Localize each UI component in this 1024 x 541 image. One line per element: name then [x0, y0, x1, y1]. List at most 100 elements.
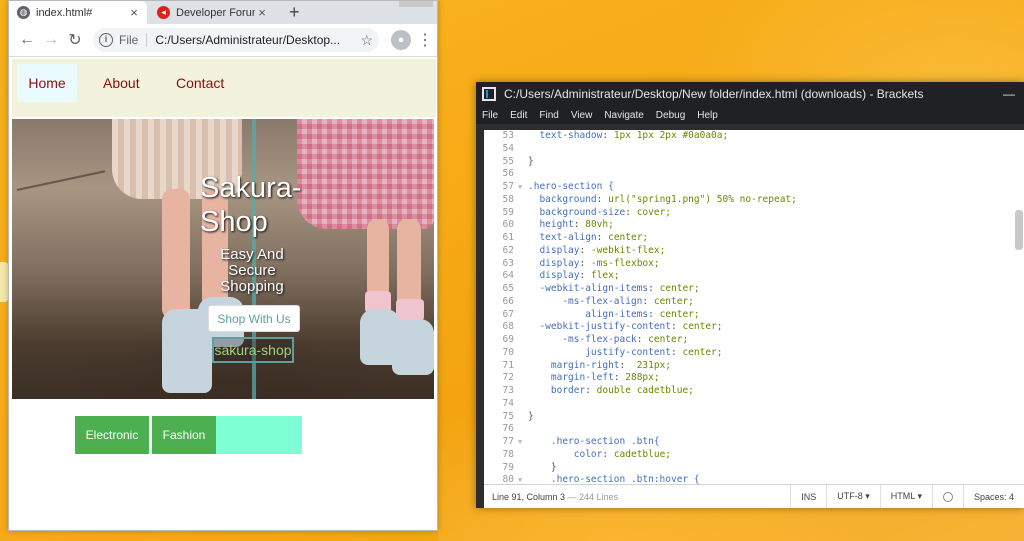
bookmark-star-icon[interactable]: ☆ — [360, 32, 373, 49]
code-line[interactable]: 64 display: flex; — [484, 270, 1024, 283]
fold-marker-icon[interactable] — [518, 283, 528, 296]
menu-view[interactable]: View — [571, 110, 593, 121]
code-line[interactable]: 60 height: 80vh; — [484, 219, 1024, 232]
editor-scrollbar[interactable] — [1015, 210, 1023, 250]
fold-marker-icon[interactable] — [518, 462, 528, 475]
url-text[interactable]: C:/Users/Administrateur/Desktop... — [155, 33, 360, 47]
code-line[interactable]: 62 display: -webkit-flex; — [484, 245, 1024, 258]
minimize-icon[interactable]: — — [994, 87, 1024, 101]
shop-with-us-button[interactable]: Shop With Us — [208, 305, 300, 332]
window-controls[interactable] — [399, 1, 433, 7]
code-editor[interactable]: 53 text-shadow: 1px 1px 2px #0a0a0a; 54 55… — [484, 130, 1024, 484]
info-icon[interactable]: i — [99, 33, 113, 47]
menu-find[interactable]: Find — [539, 110, 558, 121]
code-text: -ms-flex-pack: center; — [562, 334, 689, 345]
globe-icon: ◍ — [17, 6, 30, 19]
category-fashion[interactable]: Fashion — [152, 416, 216, 454]
fold-marker-icon[interactable] — [518, 156, 528, 169]
fold-marker-icon[interactable]: ▼ — [518, 436, 528, 449]
code-line[interactable]: 74 — [484, 398, 1024, 411]
code-line[interactable]: 59 background-size: cover; — [484, 207, 1024, 220]
reload-icon[interactable]: ↻ — [63, 28, 87, 52]
code-line[interactable]: 79 } — [484, 462, 1024, 475]
fold-marker-icon[interactable] — [518, 194, 528, 207]
tab-index[interactable]: ◍ index.html# × — [9, 1, 147, 24]
address-bar[interactable]: i File C:/Users/Administrateur/Desktop..… — [93, 28, 379, 52]
language-dropdown[interactable]: HTML ▾ — [879, 484, 932, 508]
code-line[interactable]: 65 -webkit-align-items: center; — [484, 283, 1024, 296]
fold-marker-icon[interactable]: ▼ — [518, 474, 528, 484]
menu-file[interactable]: File — [482, 110, 498, 121]
fold-marker-icon[interactable] — [518, 385, 528, 398]
fold-marker-icon[interactable] — [518, 360, 528, 373]
fold-marker-icon[interactable] — [518, 143, 528, 156]
code-line[interactable]: 77 ▼ .hero-section .btn{ — [484, 436, 1024, 449]
code-line[interactable]: 58 background: url("spring1.png") 50% no… — [484, 194, 1024, 207]
code-line[interactable]: 63 display: -ms-flexbox; — [484, 258, 1024, 271]
nav-contact-link[interactable]: Contact — [164, 64, 236, 102]
fold-marker-icon[interactable]: ▼ — [518, 181, 528, 194]
code-line[interactable]: 70 justify-content: center; — [484, 347, 1024, 360]
code-line[interactable]: 57 ▼ .hero-section { — [484, 181, 1024, 194]
menu-debug[interactable]: Debug — [656, 110, 685, 121]
code-line[interactable]: 54 — [484, 143, 1024, 156]
code-line[interactable]: 80 ▼ .hero-section .btn:hover { — [484, 474, 1024, 484]
nav-home-link[interactable]: Home — [17, 64, 77, 102]
code-line[interactable]: 55} — [484, 156, 1024, 169]
indent-spaces[interactable]: Spaces: 4 — [962, 484, 1024, 508]
back-arrow-icon[interactable]: ← — [15, 28, 39, 52]
code-line[interactable]: 68 -webkit-justify-content: center; — [484, 321, 1024, 334]
code-line[interactable]: 78 color: cadetblue; — [484, 449, 1024, 462]
fold-marker-icon[interactable] — [518, 411, 528, 424]
fold-marker-icon[interactable] — [518, 207, 528, 220]
category-electronic[interactable]: Electronic — [75, 416, 149, 454]
tab-developer-forum[interactable]: ◂ Developer Forum × — [149, 1, 275, 24]
line-number: 73 — [502, 385, 514, 396]
new-tab-button[interactable]: + — [289, 2, 300, 23]
tab-label: Developer Forum — [176, 6, 255, 19]
code-line[interactable]: 69 -ms-flex-pack: center; — [484, 334, 1024, 347]
fold-marker-icon[interactable] — [518, 130, 528, 143]
brackets-window: C:/Users/Administrateur/Desktop/New fold… — [476, 82, 1024, 508]
code-line[interactable]: 76 — [484, 423, 1024, 436]
code-line[interactable]: 72 margin-left: 288px; — [484, 372, 1024, 385]
code-line[interactable]: 53 text-shadow: 1px 1px 2px #0a0a0a; — [484, 130, 1024, 143]
menu-edit[interactable]: Edit — [510, 110, 527, 121]
fold-marker-icon[interactable] — [518, 372, 528, 385]
category-empty[interactable] — [216, 416, 302, 454]
fold-marker-icon[interactable] — [518, 245, 528, 258]
menu-navigate[interactable]: Navigate — [604, 110, 643, 121]
fold-marker-icon[interactable] — [518, 232, 528, 245]
fold-marker-icon[interactable] — [518, 334, 528, 347]
fold-marker-icon[interactable] — [518, 423, 528, 436]
code-line[interactable]: 73 border: double cadetblue; — [484, 385, 1024, 398]
fold-marker-icon[interactable] — [518, 270, 528, 283]
desktop-icon-partial[interactable] — [0, 262, 8, 302]
fold-marker-icon[interactable] — [518, 309, 528, 322]
linter-status[interactable] — [931, 484, 963, 508]
fold-marker-icon[interactable] — [518, 258, 528, 271]
browser-toolbar: ← → ↻ i File C:/Users/Administrateur/Des… — [9, 24, 437, 57]
code-line[interactable]: 67 align-items: center; — [484, 309, 1024, 322]
fold-marker-icon[interactable] — [518, 398, 528, 411]
menu-kebab-icon[interactable]: ⋮ — [417, 30, 433, 50]
profile-avatar-icon[interactable]: ● — [391, 30, 411, 50]
fold-marker-icon[interactable] — [518, 168, 528, 181]
fold-marker-icon[interactable] — [518, 347, 528, 360]
code-line[interactable]: 66 -ms-flex-align: center; — [484, 296, 1024, 309]
fold-marker-icon[interactable] — [518, 321, 528, 334]
fold-marker-icon[interactable] — [518, 219, 528, 232]
nav-about-link[interactable]: About — [91, 64, 152, 102]
insert-mode-toggle[interactable]: INS — [790, 484, 826, 508]
code-line[interactable]: 61 text-align: center; — [484, 232, 1024, 245]
fold-marker-icon[interactable] — [518, 449, 528, 462]
forward-arrow-icon[interactable]: → — [39, 28, 63, 52]
code-line[interactable]: 75} — [484, 411, 1024, 424]
encoding-dropdown[interactable]: UTF-8 ▾ — [826, 484, 880, 508]
code-line[interactable]: 71 margin-right: 231px; — [484, 360, 1024, 373]
menu-help[interactable]: Help — [697, 110, 718, 121]
tab-close-icon[interactable]: × — [127, 5, 141, 20]
tab-close-icon[interactable]: × — [255, 5, 269, 20]
fold-marker-icon[interactable] — [518, 296, 528, 309]
code-line[interactable]: 56 — [484, 168, 1024, 181]
